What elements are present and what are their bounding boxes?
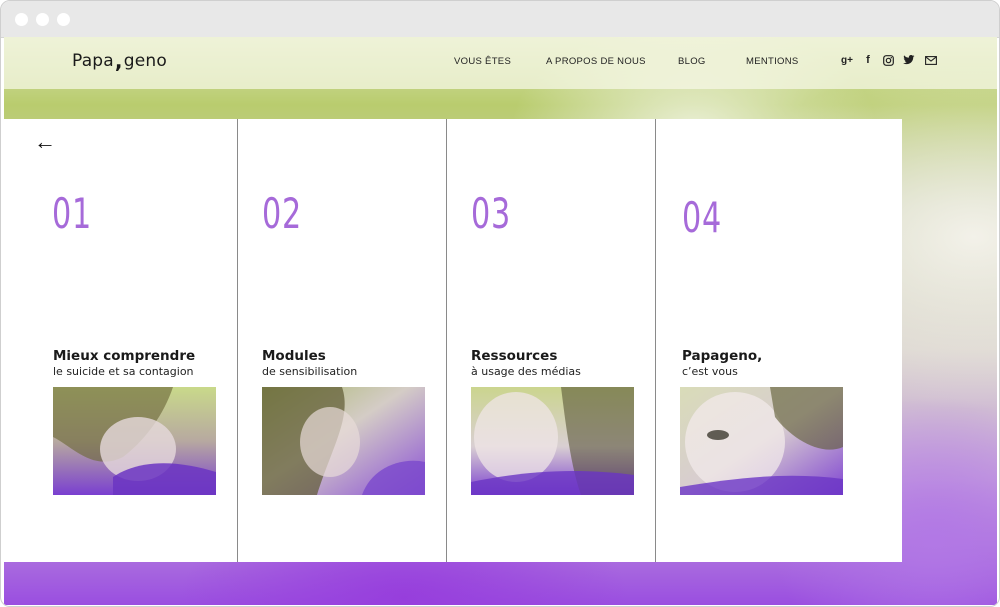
window-dot-maximize[interactable]	[57, 13, 70, 26]
nav-blog[interactable]: BLOG	[678, 56, 706, 67]
card-photo-woman-profile[interactable]	[262, 387, 425, 495]
card-photo-woman-looking-down[interactable]	[53, 387, 216, 495]
card-subtitle: à usage des médias	[471, 365, 581, 378]
facebook-icon[interactable]: f	[861, 53, 875, 67]
browser-window: Papa,geno VOUS ÊTES A PROPOS DE NOUS BLO…	[0, 0, 1000, 607]
content-panel: ← 01 Mieux comprendre le suicide et sa c…	[4, 119, 902, 562]
card-02[interactable]: 02 Modules de sensibilisation	[238, 119, 446, 562]
instagram-icon[interactable]	[881, 53, 895, 67]
card-number: 03	[471, 189, 511, 238]
card-title: Ressources	[471, 348, 558, 364]
card-photo-woman-eye[interactable]	[680, 387, 843, 495]
card-number: 04	[682, 193, 722, 242]
logo-text-left: Papa	[72, 51, 114, 71]
twitter-icon[interactable]	[902, 53, 916, 67]
card-number: 02	[262, 189, 302, 238]
card-04[interactable]: 04 Papageno, c’est vous	[656, 119, 902, 562]
card-subtitle: le suicide et sa contagion	[53, 365, 194, 378]
window-dot-minimize[interactable]	[36, 13, 49, 26]
card-number: 01	[52, 189, 92, 238]
card-subtitle: de sensibilisation	[262, 365, 358, 378]
card-subtitle: c’est vous	[682, 365, 738, 378]
nav-vous-etes[interactable]: VOUS ÊTES	[454, 56, 511, 67]
window-dot-close[interactable]	[15, 13, 28, 26]
card-title: Mieux comprendre	[53, 348, 196, 364]
site-logo[interactable]: Papa,geno	[72, 47, 167, 73]
google-plus-icon[interactable]: g+	[840, 53, 854, 67]
logo-comma: ,	[114, 49, 123, 73]
card-03[interactable]: 03 Ressources à usage des médias	[447, 119, 655, 562]
card-01[interactable]: 01 Mieux comprendre le suicide et sa con…	[4, 119, 237, 562]
card-title: Modules	[262, 348, 326, 364]
window-titlebar	[1, 1, 999, 38]
logo-text-right: geno	[123, 51, 167, 71]
card-photo-woman-chin[interactable]	[471, 387, 634, 495]
nav-mentions[interactable]: MENTIONS	[746, 56, 799, 67]
nav-a-propos[interactable]: A PROPOS DE NOUS	[546, 56, 646, 67]
card-title: Papageno,	[682, 348, 763, 364]
page-viewport: Papa,geno VOUS ÊTES A PROPOS DE NOUS BLO…	[4, 37, 997, 605]
mail-icon[interactable]	[924, 53, 938, 67]
site-header: Papa,geno VOUS ÊTES A PROPOS DE NOUS BLO…	[4, 37, 997, 89]
